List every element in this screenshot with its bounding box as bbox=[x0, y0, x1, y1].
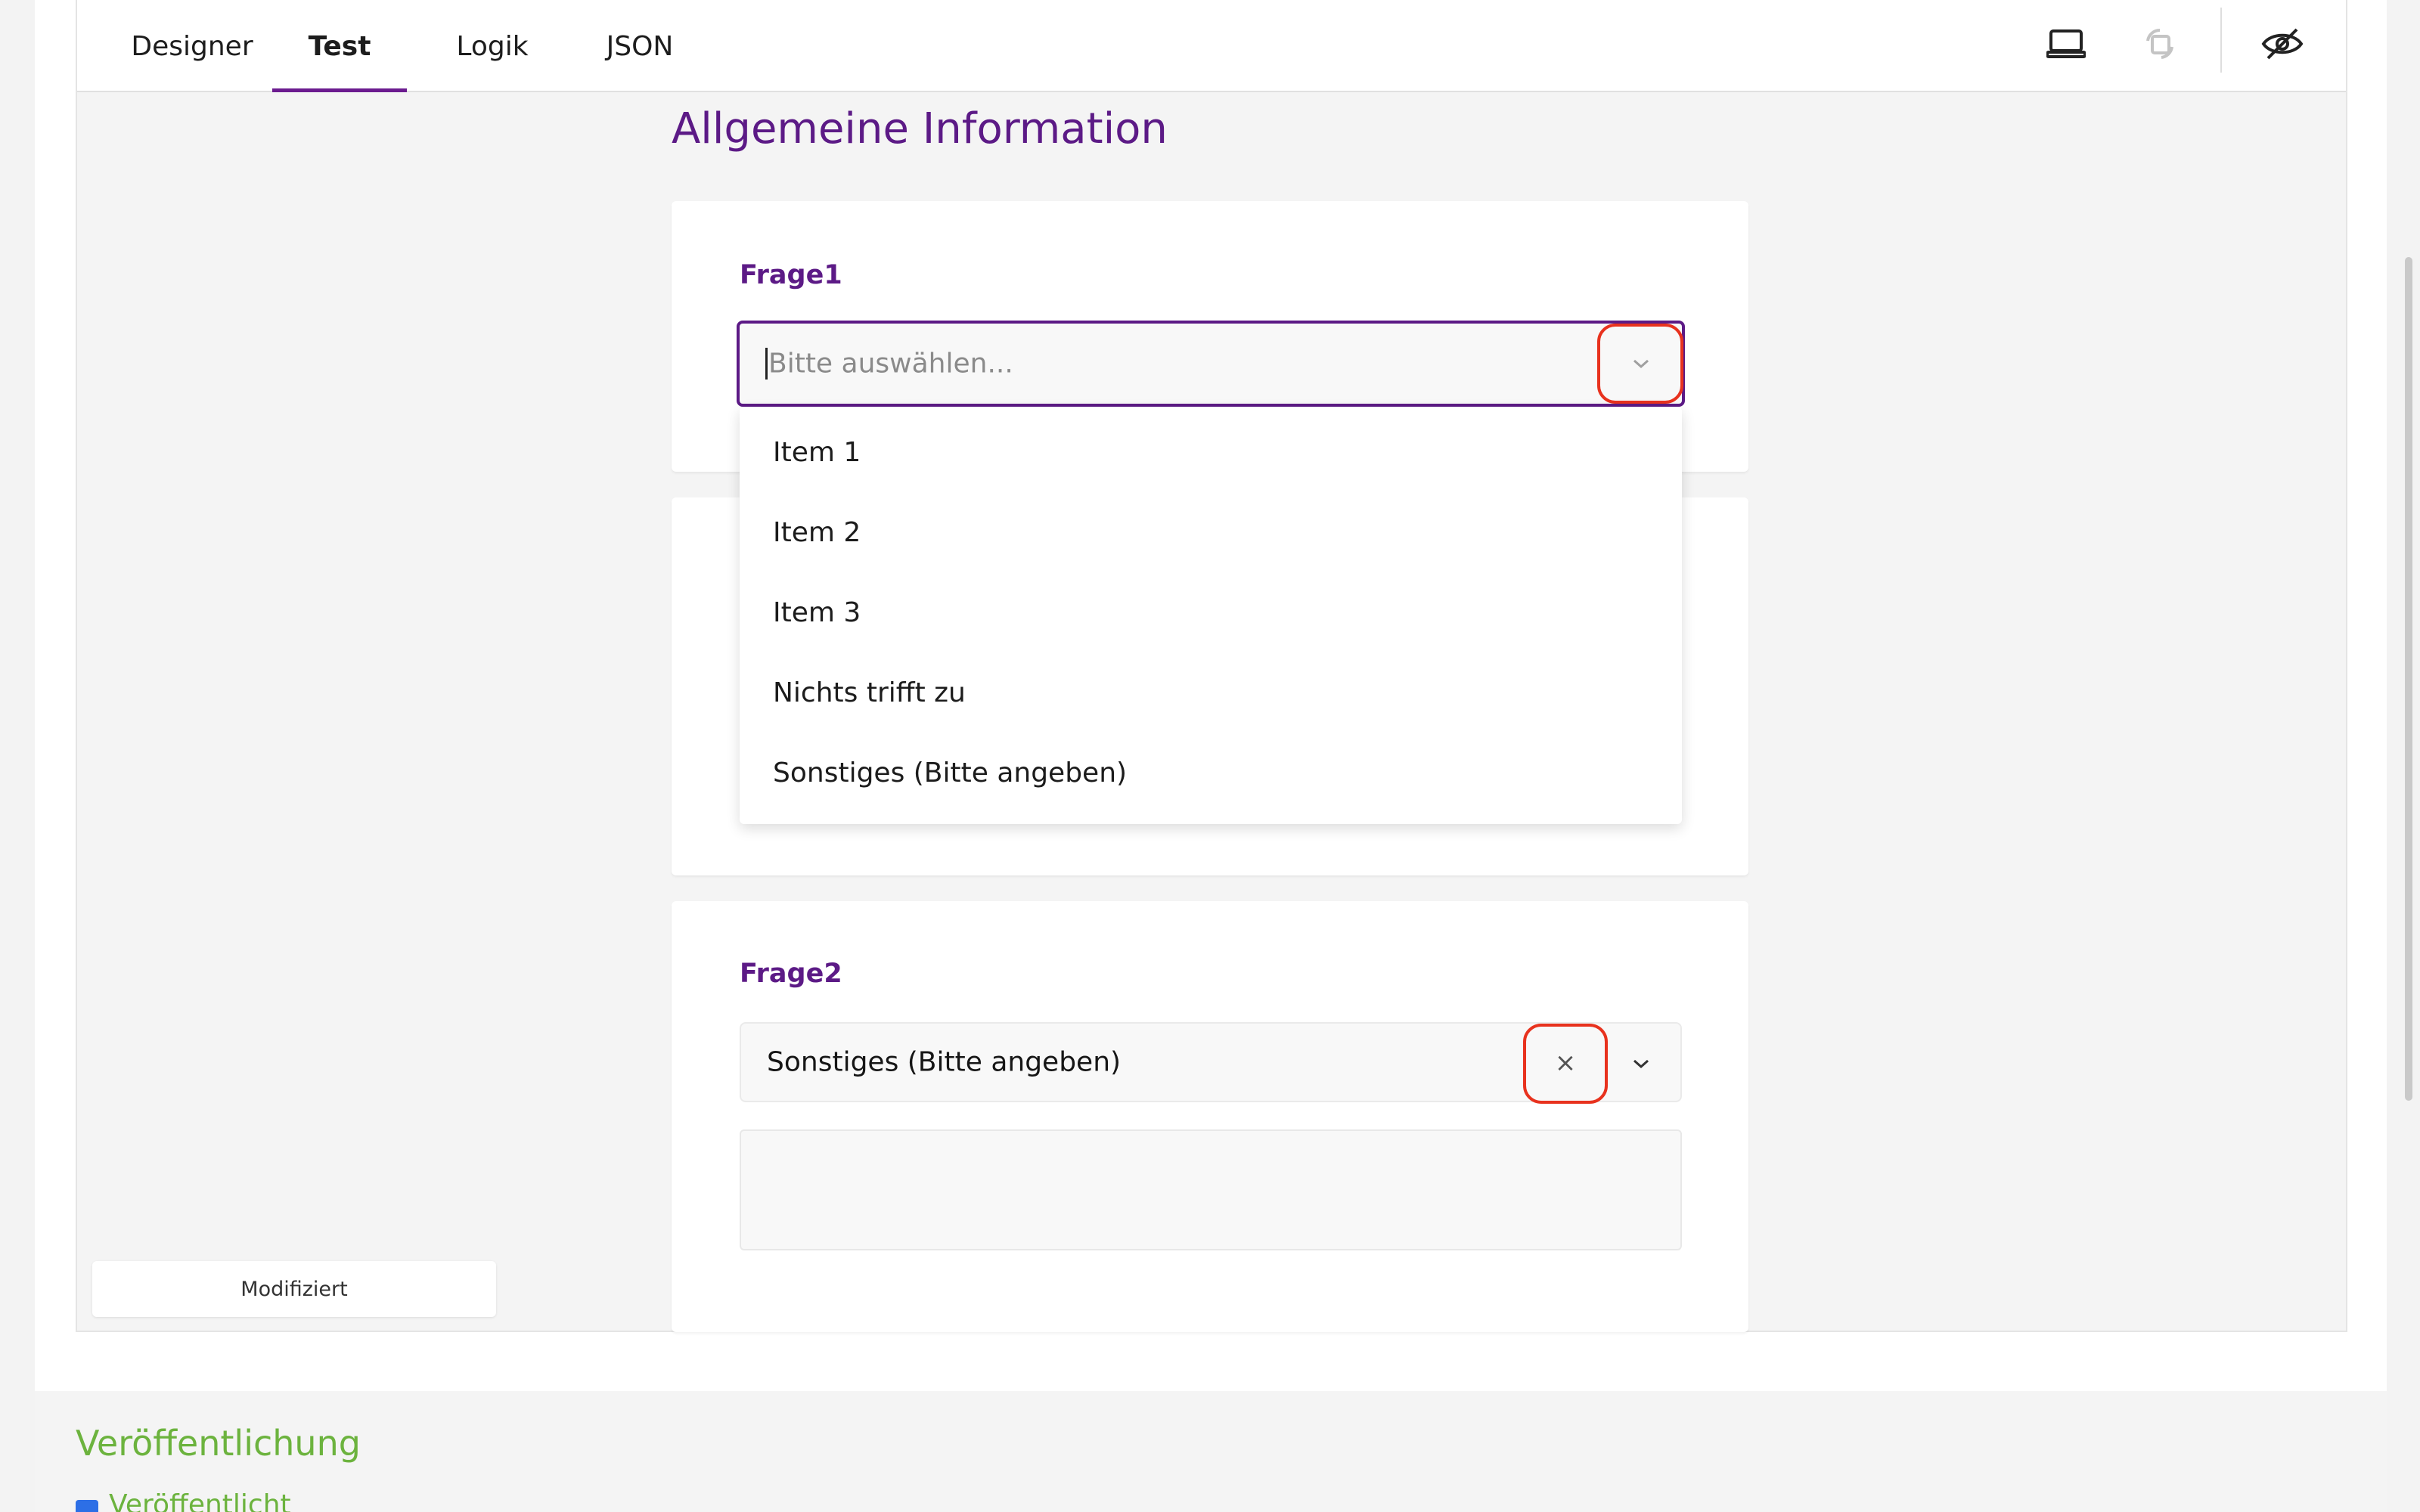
editor-tabbar: Designer Test Logik JSON bbox=[77, 0, 2346, 92]
chevron-down-icon[interactable] bbox=[1626, 352, 1656, 375]
question1-placeholder: Bitte auswählen... bbox=[768, 348, 1013, 380]
publication-title: Veröffentlichung bbox=[76, 1423, 361, 1464]
hide-icon[interactable] bbox=[2252, 14, 2313, 74]
scrollbar[interactable] bbox=[2405, 257, 2412, 1101]
chevron-down-icon[interactable] bbox=[1626, 1052, 1656, 1075]
tab-logik[interactable]: Logik bbox=[430, 0, 555, 92]
left-gutter bbox=[0, 0, 35, 1512]
page-title: Allgemeine Information bbox=[672, 104, 1168, 153]
dropdown-option-item-1[interactable]: Item 1 bbox=[773, 437, 861, 468]
question2-selected-value: Sonstiges (Bitte angeben) bbox=[767, 1046, 1122, 1078]
tab-designer[interactable]: Designer bbox=[116, 0, 268, 92]
dropdown-option-none[interactable]: Nichts trifft zu bbox=[773, 677, 966, 708]
dropdown-option-other[interactable]: Sonstiges (Bitte angeben) bbox=[773, 758, 1127, 789]
status-badge: Modifiziert bbox=[92, 1261, 496, 1317]
question1-dropdown[interactable]: Bitte auswählen... bbox=[737, 321, 1685, 407]
question-title-2: Frage2 bbox=[740, 959, 842, 989]
dropdown-option-item-3[interactable]: Item 3 bbox=[773, 597, 861, 628]
orientation-icon[interactable] bbox=[2130, 14, 2190, 74]
published-checkbox[interactable] bbox=[76, 1500, 98, 1512]
clear-icon[interactable]: × bbox=[1547, 1046, 1584, 1080]
tab-json[interactable]: JSON bbox=[579, 0, 700, 92]
other-comment-input[interactable] bbox=[740, 1129, 1682, 1250]
publication-panel bbox=[35, 1391, 2387, 1512]
question-title-1: Frage1 bbox=[740, 260, 842, 290]
dropdown-list: Item 1 Item 2 Item 3 Nichts trifft zu So… bbox=[740, 407, 1682, 824]
laptop-icon[interactable] bbox=[2036, 14, 2096, 74]
tab-test[interactable]: Test bbox=[272, 0, 407, 92]
text-cursor bbox=[765, 348, 768, 380]
right-gutter bbox=[2387, 0, 2420, 1512]
dropdown-option-item-2[interactable]: Item 2 bbox=[773, 517, 861, 548]
toolbar-separator bbox=[2220, 8, 2222, 73]
published-label: Veröffentlicht bbox=[109, 1489, 291, 1512]
